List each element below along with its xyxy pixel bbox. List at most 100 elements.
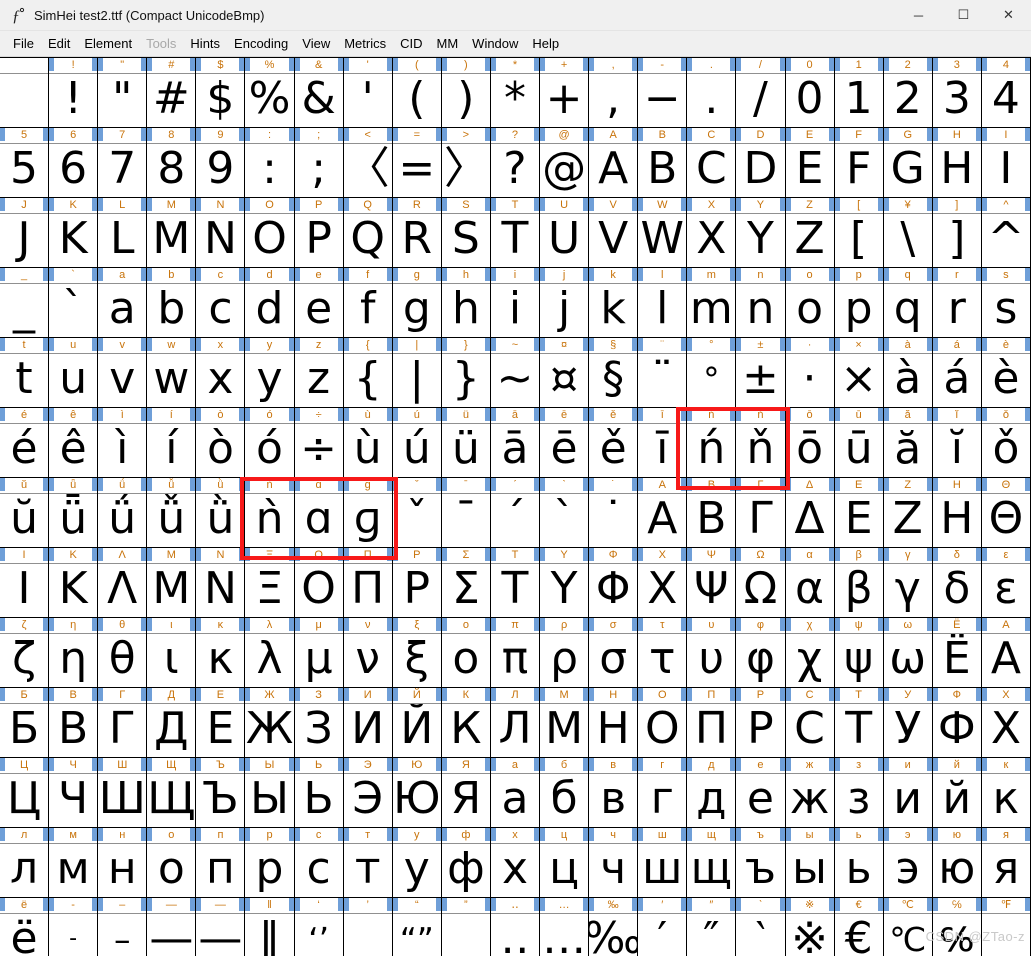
glyph-cell[interactable]: ОО	[638, 688, 688, 758]
glyph-cell[interactable]: уу	[392, 828, 442, 898]
glyph-cell[interactable]: ηη	[49, 618, 99, 688]
glyph-cell[interactable]: ]]	[932, 198, 982, 268]
glyph-cell[interactable]: ɑɑ	[294, 478, 344, 548]
glyph-cell[interactable]: ǖǖ	[49, 478, 99, 548]
glyph-cell[interactable]: LL	[98, 198, 148, 268]
glyph-cell[interactable]: ǘǘ	[98, 478, 148, 548]
menu-item-cid[interactable]: CID	[393, 33, 429, 54]
glyph-cell[interactable]: ăă	[883, 408, 933, 478]
glyph-cell[interactable]: ΘΘ	[981, 478, 1031, 548]
glyph-cell[interactable]: ββ	[834, 548, 884, 618]
glyph-cell[interactable]: ее	[736, 758, 786, 828]
glyph-cell[interactable]: bb	[147, 268, 197, 338]
glyph-cell[interactable]: хх	[490, 828, 541, 898]
glyph-cell[interactable]: II	[981, 128, 1031, 198]
glyph-cell[interactable]: щщ	[687, 828, 737, 898]
glyph-cell[interactable]: rr	[932, 268, 982, 338]
close-button[interactable]: ✕	[986, 0, 1031, 30]
glyph-cell[interactable]: ΗΗ	[932, 478, 982, 548]
glyph-cell[interactable]: yy	[245, 338, 295, 408]
glyph-cell[interactable]: чч	[589, 828, 639, 898]
glyph-cell[interactable]: uu	[49, 338, 99, 408]
glyph-cell[interactable]: 33	[932, 58, 982, 128]
glyph-cell[interactable]: ЁЁ	[932, 618, 982, 688]
glyph-cell[interactable]: + +	[540, 58, 590, 128]
glyph-cell[interactable]: ,,	[589, 58, 639, 128]
glyph-cell[interactable]: лл	[0, 828, 50, 898]
glyph-cell[interactable]: ПП	[687, 688, 737, 758]
glyph-cell[interactable]: ^ ^	[981, 198, 1031, 268]
glyph-cell[interactable]: ℅ ℅	[932, 898, 982, 956]
glyph-cell[interactable]: ..	[687, 58, 737, 128]
glyph-cell[interactable]: ”	[441, 898, 491, 956]
glyph-cell[interactable]: ИИ	[343, 688, 393, 758]
glyph-cell[interactable]: ЭЭ	[343, 758, 393, 828]
glyph-cell[interactable]: кк	[981, 758, 1031, 828]
glyph-cell[interactable]: ψψ	[834, 618, 884, 688]
glyph-cell[interactable]: ΞΞ	[245, 548, 295, 618]
glyph-cell[interactable]: ёё	[0, 898, 50, 956]
glyph-cell[interactable]: ΩΩ	[736, 548, 786, 618]
glyph-cell[interactable]: яя	[981, 828, 1031, 898]
glyph-cell[interactable]: ZZ	[785, 198, 835, 268]
glyph-cell[interactable]: σσ	[589, 618, 639, 688]
glyph-cell[interactable]: ЧЧ	[49, 758, 99, 828]
glyph-cell[interactable]: ))	[441, 58, 491, 128]
glyph-cell[interactable]: & &	[294, 58, 344, 128]
glyph-cell[interactable]: ‥ ‥	[490, 898, 541, 956]
glyph-cell[interactable]: 11	[834, 58, 884, 128]
glyph-cell[interactable]: йй	[932, 758, 982, 828]
glyph-cell[interactable]: ΖΖ	[883, 478, 933, 548]
glyph-cell[interactable]: ии	[883, 758, 933, 828]
glyph-cell[interactable]: HH	[932, 128, 982, 198]
glyph-cell[interactable]: фф	[441, 828, 491, 898]
glyph-cell[interactable]: ээ	[883, 828, 933, 898]
glyph-cell[interactable]: = =	[392, 128, 442, 198]
glyph-cell[interactable]: gg	[392, 268, 442, 338]
maximize-button[interactable]: ☐	[941, 0, 986, 30]
glyph-cell[interactable]: ll	[638, 268, 688, 338]
glyph-cell[interactable]: TT	[490, 198, 541, 268]
glyph-cell[interactable]: ‘‘’	[294, 898, 344, 956]
glyph-cell[interactable]: {{	[343, 338, 393, 408]
glyph-cell[interactable]: λλ	[245, 618, 295, 688]
glyph-cell[interactable]: ˙ ˙	[589, 478, 639, 548]
glyph-cell[interactable]: dd	[245, 268, 295, 338]
glyph-cell[interactable]: ‵ ‵	[736, 898, 786, 956]
glyph-cell[interactable]: нн	[98, 828, 148, 898]
glyph-cell[interactable]: !!	[49, 58, 99, 128]
glyph-cell[interactable]: ℃ ℃	[883, 898, 933, 956]
glyph-cell[interactable]: pp	[834, 268, 884, 338]
glyph-cell[interactable]: ǜǜ	[196, 478, 246, 548]
glyph-cell[interactable]: ((	[392, 58, 442, 128]
glyph-cell[interactable]: ˊˊ	[490, 478, 541, 548]
glyph-cell[interactable]: ΨΨ	[687, 548, 737, 618]
glyph-cell[interactable]: ΣΣ	[441, 548, 491, 618]
glyph-cell[interactable]: %%	[245, 58, 295, 128]
glyph-cell[interactable]: ŭŭ	[0, 478, 50, 548]
glyph-cell[interactable]: ΦΦ	[589, 548, 639, 618]
glyph-cell[interactable]: μμ	[294, 618, 344, 688]
glyph-cell[interactable]: рр	[245, 828, 295, 898]
glyph-cell[interactable]: жж	[785, 758, 835, 828]
glyph-cell[interactable]: ɡɡ	[343, 478, 393, 548]
glyph-cell[interactable]: ΟΟ	[294, 548, 344, 618]
glyph-cell[interactable]: ЮЮ	[392, 758, 442, 828]
glyph-cell[interactable]: MM	[147, 198, 197, 268]
glyph-cell[interactable]: ēē	[540, 408, 590, 478]
glyph-cell[interactable]: # #	[147, 58, 197, 128]
glyph-cell[interactable]: ЬЬ	[294, 758, 344, 828]
glyph-cell[interactable]: OO	[245, 198, 295, 268]
glyph-cell[interactable]: мм	[49, 828, 99, 898]
glyph-cell[interactable]: θθ	[98, 618, 148, 688]
glyph-cell[interactable]: 77	[98, 128, 148, 198]
glyph-cell[interactable]: ǚǚ	[147, 478, 197, 548]
glyph-cell[interactable]: 00	[785, 58, 835, 128]
glyph-cell[interactable]: зз	[834, 758, 884, 828]
glyph-cell[interactable]: ЪЪ	[196, 758, 246, 828]
glyph-cell[interactable]: ЦЦ	[0, 758, 50, 828]
glyph-cell[interactable]: > 〉	[441, 128, 491, 198]
glyph-cell[interactable]: αα	[785, 548, 835, 618]
glyph-cell[interactable]: mm	[687, 268, 737, 338]
glyph-cell[interactable]: ЛЛ	[490, 688, 541, 758]
